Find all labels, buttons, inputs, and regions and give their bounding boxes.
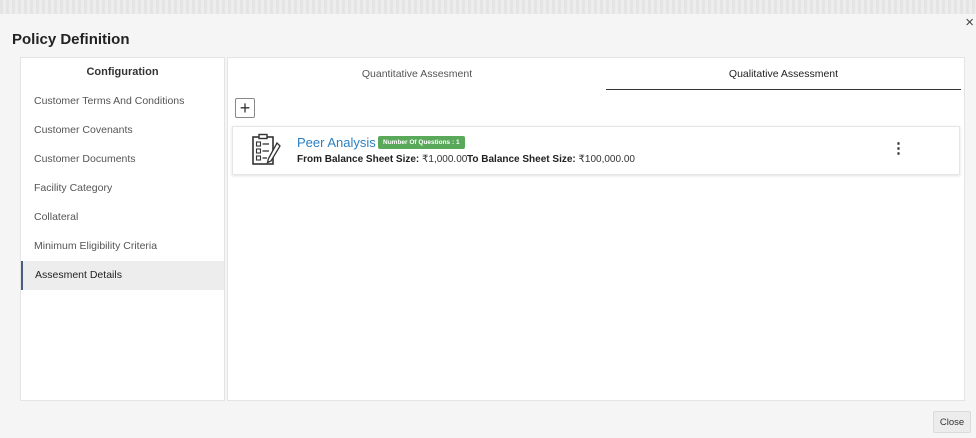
- question-count-badge: Number Of Questions : 1: [378, 136, 465, 149]
- sidebar-item-collateral[interactable]: Collateral: [21, 203, 224, 232]
- assessment-card: Peer Analysis Number Of Questions : 1 Fr…: [232, 126, 960, 175]
- tab-quantitative[interactable]: Quantitative Assesment: [228, 58, 606, 90]
- configuration-sidebar: Configuration Customer Terms And Conditi…: [20, 57, 225, 401]
- to-balance-value: ₹100,000.00: [578, 154, 635, 165]
- policy-definition-dialog: × Policy Definition Configuration Custom…: [0, 14, 976, 438]
- more-options-icon[interactable]: ⋮: [891, 139, 906, 159]
- checklist-clipboard-icon: [252, 133, 281, 165]
- sidebar-item-customer-documents[interactable]: Customer Documents: [21, 145, 224, 174]
- close-button[interactable]: Close: [933, 411, 971, 433]
- sidebar-item-facility-category[interactable]: Facility Category: [21, 174, 224, 203]
- tab-qualitative[interactable]: Qualitative Assessment: [606, 58, 961, 90]
- to-balance-sheet: To Balance Sheet Size: ₹100,000.00: [467, 154, 635, 165]
- background-strip: [0, 0, 976, 14]
- from-balance-label: From Balance Sheet Size:: [297, 154, 420, 165]
- add-button[interactable]: +: [235, 98, 255, 118]
- close-icon[interactable]: ×: [965, 15, 974, 30]
- assessment-tabs: Quantitative Assesment Qualitative Asses…: [228, 58, 964, 90]
- to-balance-label: To Balance Sheet Size:: [467, 154, 576, 165]
- assessment-panel: Quantitative Assesment Qualitative Asses…: [227, 57, 965, 401]
- sidebar-item-assesment-details[interactable]: Assesment Details: [21, 261, 224, 290]
- sidebar-item-minimum-eligibility[interactable]: Minimum Eligibility Criteria: [21, 232, 224, 261]
- sidebar-item-customer-terms[interactable]: Customer Terms And Conditions: [21, 87, 224, 116]
- from-balance-sheet: From Balance Sheet Size: ₹1,000.00: [297, 154, 467, 165]
- dialog-title: Policy Definition: [12, 31, 130, 48]
- assessment-name-link[interactable]: Peer Analysis: [297, 135, 376, 150]
- sidebar-item-customer-covenants[interactable]: Customer Covenants: [21, 116, 224, 145]
- from-balance-value: ₹1,000.00: [422, 154, 468, 165]
- sidebar-header: Configuration: [86, 66, 159, 78]
